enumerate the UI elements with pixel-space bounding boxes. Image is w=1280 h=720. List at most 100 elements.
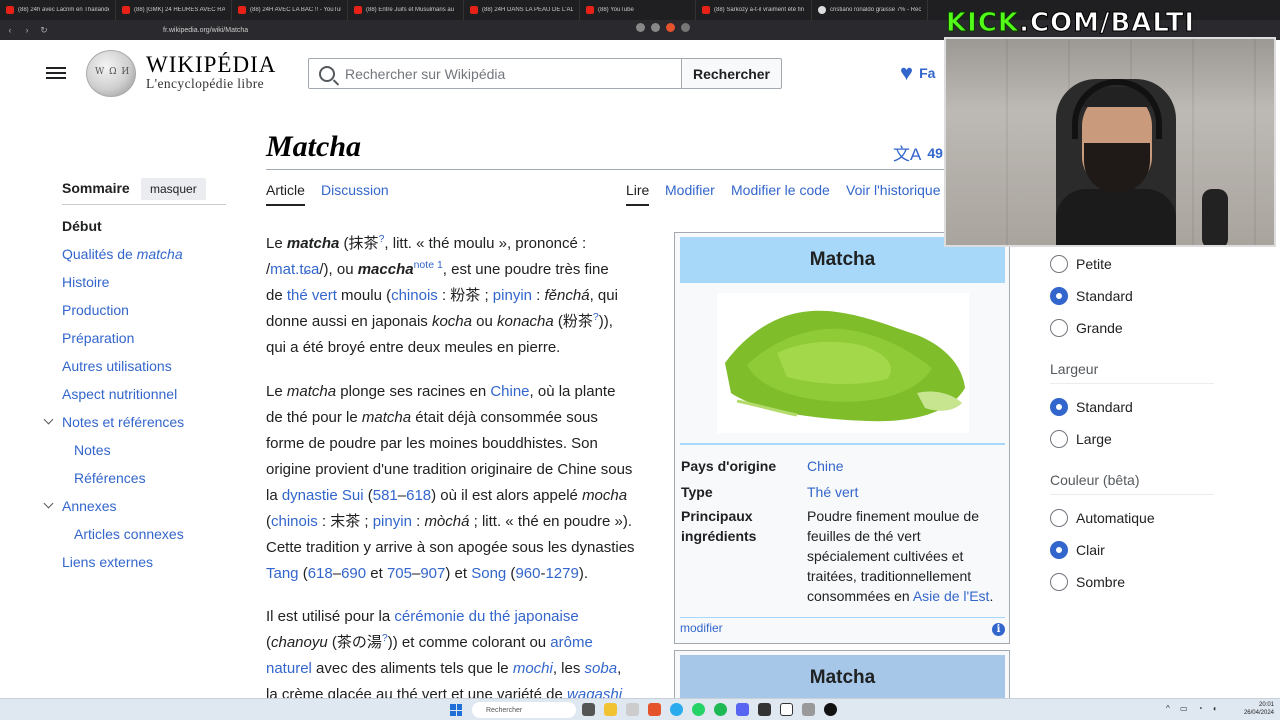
brave-shield-icon[interactable] (666, 23, 675, 32)
wikipedia-wordmark[interactable]: WIKIPÉDIA (146, 52, 276, 78)
toc-item-notes-references[interactable]: Notes et références (62, 414, 184, 430)
notion-icon[interactable] (780, 703, 793, 716)
chine-link[interactable]: Chine (490, 383, 529, 400)
tab-edit-code[interactable]: Modifier le code (731, 182, 830, 204)
whatsapp-icon[interactable] (692, 703, 705, 716)
brave-icon[interactable] (648, 703, 661, 716)
app-icon[interactable] (802, 703, 815, 716)
tab-discussion[interactable]: Discussion (321, 182, 389, 204)
toc-item-aspect-nutritionnel[interactable]: Aspect nutritionnel (62, 386, 177, 402)
browser-tab[interactable]: (88) Entre Juifs et Musulmans au T (348, 0, 464, 20)
ceremonie-du-the-link[interactable]: cérémonie du thé japonaise (394, 608, 578, 625)
toc-item-qualites[interactable]: Qualités de matcha (62, 246, 183, 262)
infobox-value-link[interactable]: Thé vert (807, 482, 1003, 502)
year-link[interactable]: 618 (406, 487, 431, 504)
tab-history[interactable]: Voir l'historique (846, 182, 941, 204)
pinyin-link[interactable]: pinyin (493, 287, 532, 304)
arome-link[interactable]: arôme (550, 634, 593, 651)
chevron-down-icon[interactable] (44, 416, 54, 426)
radio-width-large[interactable]: Large (1050, 430, 1112, 448)
toc-item-autres-utilisations[interactable]: Autres utilisations (62, 358, 172, 374)
donate-link[interactable]: ♥ Fa (900, 62, 935, 84)
zoom-icon[interactable] (636, 23, 645, 32)
toc-item-annexes[interactable]: Annexes (62, 498, 116, 514)
tab-edit[interactable]: Modifier (665, 182, 715, 204)
infobox-edit-link[interactable]: modifier (680, 621, 723, 635)
year-link[interactable]: 705 (387, 565, 412, 582)
app-icon[interactable] (626, 703, 639, 716)
browser-tab[interactable]: (88) Sarkozy a-t-il vraiment été fin (696, 0, 812, 20)
tab-article[interactable]: Article (266, 182, 305, 206)
language-button[interactable]: 文A 49 l (893, 140, 951, 165)
search-input[interactable] (345, 65, 665, 82)
discord-icon[interactable] (736, 703, 749, 716)
back-icon[interactable]: ‹ (3, 23, 17, 37)
appearance-divider (1050, 494, 1214, 495)
song-link[interactable]: Song (471, 565, 506, 582)
radio-width-standard[interactable]: Standard (1050, 398, 1133, 416)
share-icon[interactable] (651, 23, 660, 32)
forward-icon[interactable]: › (20, 23, 34, 37)
year-link[interactable]: 1279 (545, 565, 578, 582)
note-link[interactable]: note 1 (414, 259, 443, 271)
toc-item-liens-externes[interactable]: Liens externes (62, 554, 153, 570)
tang-link[interactable]: Tang (266, 565, 299, 582)
radio-text-size-large[interactable]: Grande (1050, 319, 1123, 337)
chevron-down-icon[interactable] (44, 500, 54, 510)
year-link[interactable]: 690 (341, 565, 366, 582)
the-vert-link[interactable]: thé vert (287, 287, 337, 304)
clock[interactable]: 20:01 26/04/2024 (1240, 701, 1274, 717)
telegram-icon[interactable] (670, 703, 683, 716)
ipa-link[interactable]: mat.tɕa (270, 261, 319, 278)
info-icon[interactable]: i (992, 623, 1005, 636)
radio-text-size-standard[interactable]: Standard (1050, 287, 1133, 305)
browser-tab[interactable]: (88) [GMK] 24 HEURES AVEC RAGE (116, 0, 232, 20)
system-tray[interactable]: ^ ▭ ◔ ◐ (1166, 704, 1222, 713)
infobox-value-link[interactable]: Chine (807, 456, 1003, 476)
year-link[interactable]: 907 (420, 565, 445, 582)
toc-item-articles-connexes[interactable]: Articles connexes (74, 526, 184, 542)
search-button[interactable]: Rechercher (681, 58, 782, 89)
radio-text-size-small[interactable]: Petite (1050, 255, 1112, 273)
radio-color-dark[interactable]: Sombre (1050, 573, 1125, 591)
asie-de-lest-link[interactable]: Asie de l'Est (913, 588, 990, 604)
matcha-powder-image[interactable] (717, 293, 969, 433)
task-view-icon[interactable] (582, 703, 595, 716)
year-link[interactable]: 960 (515, 565, 540, 582)
radio-icon (1050, 255, 1068, 273)
toc-hide-button[interactable]: masquer (141, 178, 206, 200)
mochi-link[interactable]: mochi (513, 660, 553, 677)
windows-start-icon[interactable] (450, 704, 462, 716)
soba-link[interactable]: soba (585, 660, 618, 677)
tab-read[interactable]: Lire (626, 182, 650, 206)
reload-icon[interactable]: ↻ (37, 23, 51, 37)
dynastie-sui-link[interactable]: dynastie Sui (282, 487, 364, 504)
arome-naturel-link[interactable]: naturel (266, 660, 312, 677)
chinois-link[interactable]: chinois (271, 513, 318, 530)
toc-item-production[interactable]: Production (62, 302, 129, 318)
app-icon[interactable] (824, 703, 837, 716)
taskbar-search[interactable]: Rechercher (472, 702, 576, 718)
year-link[interactable]: 581 (373, 487, 398, 504)
browser-tab[interactable]: (88) 24H DANS LA PEAU DE L'ADO (464, 0, 580, 20)
browser-tab[interactable]: (88) 24H AVEC LA BAC !! - YouTube (232, 0, 348, 20)
file-explorer-icon[interactable] (604, 703, 617, 716)
main-menu-button[interactable] (46, 64, 66, 82)
browser-tab[interactable]: (88) 24h avec Lacrim en Thaïlande (0, 0, 116, 20)
wikipedia-globe-icon[interactable] (86, 50, 136, 97)
toc-item-histoire[interactable]: Histoire (62, 274, 109, 290)
radio-color-auto[interactable]: Automatique (1050, 509, 1155, 527)
obs-icon[interactable] (758, 703, 771, 716)
chinois-link[interactable]: chinois (391, 287, 438, 304)
spotify-icon[interactable] (714, 703, 727, 716)
rewards-icon[interactable] (681, 23, 690, 32)
toc-item-references[interactable]: Références (74, 470, 146, 486)
toc-item-debut[interactable]: Début (62, 218, 102, 234)
browser-tab[interactable]: cristiano ronaldo graisse 7% - Rech (812, 0, 928, 20)
toc-item-notes[interactable]: Notes (74, 442, 111, 458)
pinyin-link[interactable]: pinyin (373, 513, 412, 530)
radio-color-light[interactable]: Clair (1050, 541, 1105, 559)
toc-item-preparation[interactable]: Préparation (62, 330, 134, 346)
browser-tab[interactable]: (88) YouTube (580, 0, 696, 20)
year-link[interactable]: 618 (308, 565, 333, 582)
